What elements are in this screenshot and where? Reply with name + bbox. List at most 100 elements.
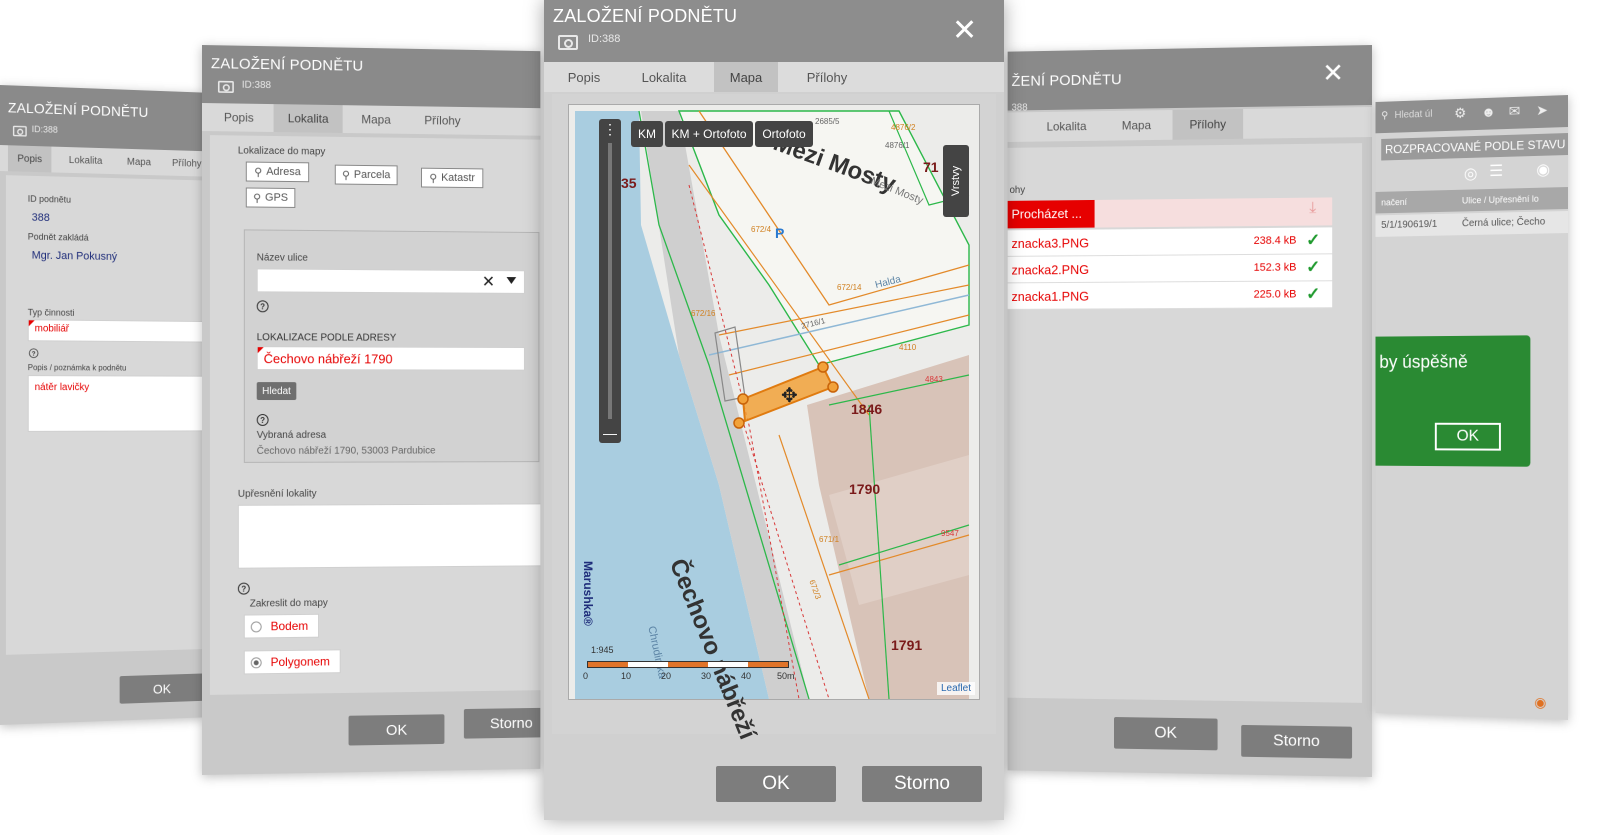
tab-popis[interactable]: Popis xyxy=(210,103,268,132)
ok-button[interactable]: OK xyxy=(119,673,204,704)
list-add-icon[interactable]: ☰ xyxy=(1489,161,1503,181)
camera-icon[interactable]: ◎ xyxy=(1464,164,1478,184)
refinement-label: Upřesnění lokality xyxy=(237,488,317,500)
help-icon[interactable]: ? xyxy=(28,348,39,359)
help-icon[interactable]: ? xyxy=(256,300,269,313)
mail-icon[interactable]: ✉ xyxy=(1509,103,1521,120)
tab-popis[interactable]: Popis xyxy=(552,62,616,92)
tab-prilohy[interactable]: Přílohy xyxy=(168,150,204,177)
file-list: znacka3.PNG 238.4 kB ✓ znacka2.PNG 152.3… xyxy=(1007,227,1333,310)
ok-button[interactable]: OK xyxy=(1114,717,1218,751)
cadastre-button[interactable]: ⚲ Katastr xyxy=(421,167,484,189)
app-window: ⚲ Hledat úl ⚙ ☻ ✉ ➤ ROZPRACOVANÉ PODLE S… xyxy=(1375,95,1568,720)
location-icon[interactable]: ◉ xyxy=(1534,694,1546,711)
pin-icon: ⚲ xyxy=(253,192,262,205)
parcel-label: 1846 xyxy=(851,401,883,417)
table-row[interactable]: 5/1/190619/1 Černá ulice; Čecho xyxy=(1375,211,1568,237)
zoom-in-icon[interactable]: ⋮ xyxy=(599,121,621,138)
refinement-field[interactable] xyxy=(237,503,541,569)
tab-lokalita[interactable]: Lokalita xyxy=(628,62,700,92)
clear-icon[interactable]: ✕ xyxy=(482,272,495,292)
activity-type-label: Typ činnosti xyxy=(27,307,75,318)
address-input[interactable]: Čechovo nábřeží 1790 xyxy=(256,346,525,371)
col-header-street: Ulice / Upřesnění lo xyxy=(1461,193,1539,206)
street-input[interactable]: ✕ xyxy=(256,268,525,294)
cancel-button[interactable]: Storno xyxy=(862,766,982,802)
file-row[interactable]: znacka3.PNG 238.4 kB ✓ xyxy=(1007,227,1333,257)
scale-tick: 10 xyxy=(621,671,632,681)
tab-prilohy[interactable]: Přílohy xyxy=(784,62,870,92)
search-button[interactable]: Hledat xyxy=(256,382,297,401)
zoom-track[interactable] xyxy=(608,143,612,419)
chevron-down-icon[interactable] xyxy=(506,277,517,285)
map-frame: Čechovo nábřeží Mezi Mosty Mezi Mosty Ch… xyxy=(568,104,980,743)
browse-button[interactable]: Procházet ... xyxy=(1007,199,1095,229)
creator-value: Mgr. Jan Pokusný xyxy=(31,249,118,263)
layer-km-ortofoto-button[interactable]: KM + Ortofoto xyxy=(665,121,753,147)
download-icon[interactable]: ⤓ xyxy=(1309,200,1316,218)
tab-mapa[interactable]: Mapa xyxy=(120,149,159,176)
camera-icon xyxy=(217,80,234,94)
tab-mapa[interactable]: Mapa xyxy=(347,105,406,134)
help-icon[interactable]: ? xyxy=(256,413,269,426)
scale-tick: 20 xyxy=(661,671,672,681)
parcel-label: 1791 xyxy=(891,637,923,653)
file-row[interactable]: znacka1.PNG 225.0 kB ✓ xyxy=(1007,281,1333,310)
parcel-number: 4876/2 xyxy=(891,123,916,132)
radio-polygon[interactable] xyxy=(250,657,262,669)
parcel-number: 4843 xyxy=(925,375,943,384)
creator-label: Podnět zakládá xyxy=(27,231,89,243)
address-box: Název ulice ✕ ? LOKALIZACE PODLE ADRESY … xyxy=(243,229,540,463)
dialog-id: ID:388 xyxy=(588,33,621,45)
tab-lokalita[interactable]: Lokalita xyxy=(61,147,110,174)
tab-prilohy[interactable]: Přílohy xyxy=(1172,108,1244,140)
cancel-button[interactable]: Storno xyxy=(1241,724,1353,759)
zoom-out-icon[interactable]: — xyxy=(599,425,621,441)
address-button[interactable]: ⚲ Adresa xyxy=(245,161,310,183)
parcel-label: 1790 xyxy=(849,481,881,497)
tab-lokalita[interactable]: Lokalita xyxy=(273,104,343,133)
success-ok-button[interactable]: OK xyxy=(1434,422,1501,451)
tab-popis[interactable]: Popis xyxy=(7,145,52,173)
layer-ortofoto-button[interactable]: Ortofoto xyxy=(755,121,813,147)
cancel-button[interactable]: Storno xyxy=(463,707,541,739)
check-icon: ✓ xyxy=(1306,284,1321,304)
tab-mapa[interactable]: Mapa xyxy=(1104,110,1168,141)
parking-icon: P xyxy=(775,225,785,241)
move-cursor-icon: ✥ xyxy=(781,385,798,407)
gps-button[interactable]: ⚲ GPS xyxy=(245,187,296,208)
scale-tick: 40 xyxy=(741,671,752,681)
help-icon[interactable]: ? xyxy=(237,582,250,595)
tab-mapa[interactable]: Mapa xyxy=(714,62,778,92)
file-row[interactable]: znacka2.PNG 152.3 kB ✓ xyxy=(1007,254,1333,284)
globe-icon[interactable]: ◉ xyxy=(1536,160,1550,180)
user-icon[interactable]: ☻ xyxy=(1481,104,1495,120)
tab-lokalita[interactable]: Lokalita xyxy=(1037,111,1097,141)
search-input[interactable]: Hledat úl xyxy=(1395,109,1433,121)
layers-toggle[interactable]: Vrstvy xyxy=(943,145,969,217)
ok-button[interactable]: OK xyxy=(716,766,836,802)
dialog-header: ŽENÍ PODNĚTU 388 ✕ xyxy=(1007,45,1372,113)
check-icon: ✓ xyxy=(1306,230,1321,250)
leaflet-attribution[interactable]: Leaflet xyxy=(936,682,975,695)
scale-tick: 0 xyxy=(583,671,589,681)
note-field[interactable]: nátěr lavičky xyxy=(27,375,204,432)
radio-point[interactable] xyxy=(250,621,262,633)
zoom-slider[interactable]: ⋮ — xyxy=(599,119,621,443)
parcel-number: 2685/5 xyxy=(815,117,840,126)
ok-button[interactable]: OK xyxy=(348,714,445,746)
close-icon[interactable]: ✕ xyxy=(952,16,977,46)
camera-icon xyxy=(558,35,578,50)
close-icon[interactable]: ✕ xyxy=(1322,57,1344,87)
option-polygon[interactable]: Polygonem xyxy=(243,649,341,675)
layer-km-button[interactable]: KM xyxy=(631,121,663,147)
search-icon: ⚲ xyxy=(429,172,438,185)
gear-icon[interactable]: ⚙ xyxy=(1454,105,1466,122)
dialog-popis: ZALOŽENÍ PODNĚTU ID:388 Popis Lokalita M… xyxy=(0,85,204,725)
dialog-header: ZALOŽENÍ PODNĚTU ID:388 ✕ xyxy=(544,0,1004,62)
option-point[interactable]: Bodem xyxy=(243,613,320,639)
tab-prilohy[interactable]: Přílohy xyxy=(413,106,471,135)
activity-type-field[interactable]: mobiliář xyxy=(27,319,204,343)
parcel-button[interactable]: ⚲ Parcela xyxy=(334,164,398,186)
logout-icon[interactable]: ➤ xyxy=(1536,102,1548,119)
